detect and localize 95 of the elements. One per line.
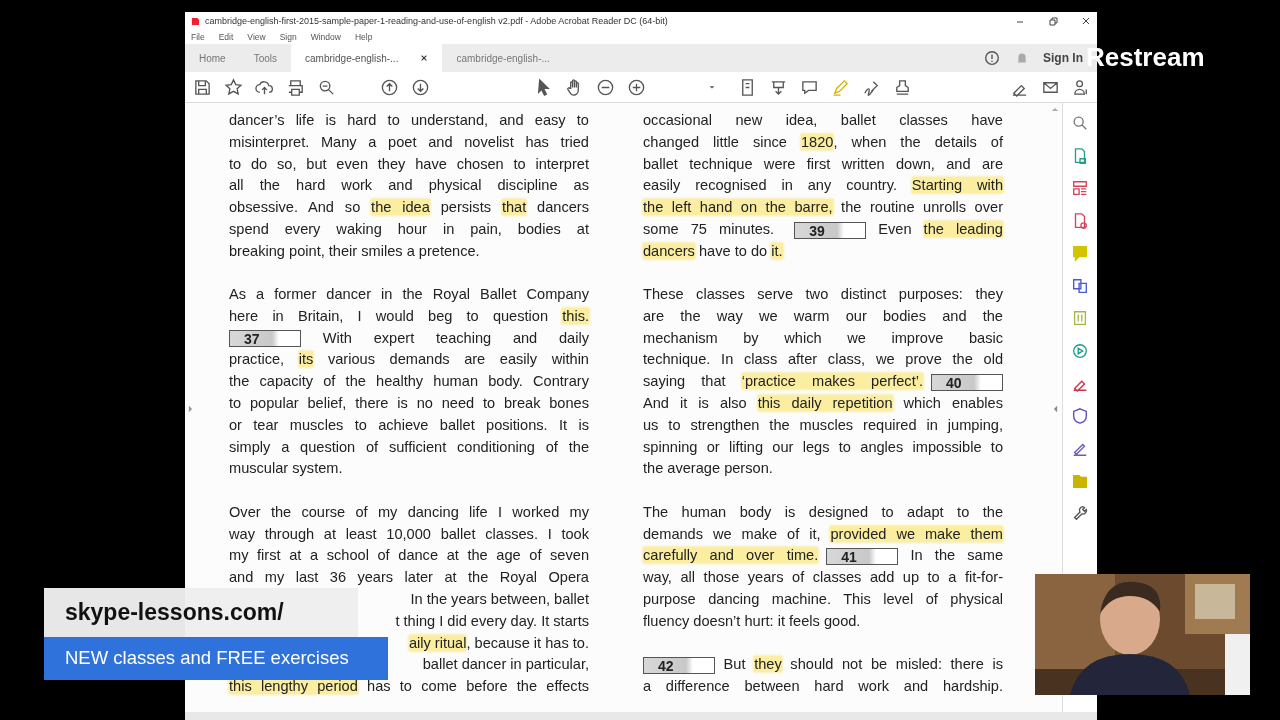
text-line: the left hand on the barre, the routine unrolls over xyxy=(643,198,1003,218)
zoom-out-icon[interactable] xyxy=(596,77,615,97)
answer-box: 40 xyxy=(931,373,1003,391)
answer-box: 41 xyxy=(826,548,899,565)
chat-icon[interactable] xyxy=(1071,341,1089,360)
text-line: way, all those years of classes add up to a fit-for- xyxy=(643,568,1003,588)
text-line: breaking point, their smiles a pretence. xyxy=(229,241,481,261)
text-line: misinterpret. Many a poet and novelist has tried xyxy=(229,132,589,152)
text-line: here in Britain, I would beg to question this. xyxy=(229,306,589,326)
tab[interactable]: cambridge-english-... xyxy=(442,44,564,72)
text-line: obsessive. And so the idea persists that dancers xyxy=(229,198,589,218)
banner-url: skype-lessons.com/ xyxy=(44,588,358,637)
text-line: the average person. xyxy=(643,459,774,479)
text-line: ballet dancer in particular, xyxy=(422,656,589,673)
text: should not be misled: there is xyxy=(789,656,1003,673)
text-line: And it is also this daily repetition which enables xyxy=(643,394,1003,414)
document-icon[interactable] xyxy=(1071,276,1089,295)
close-icon[interactable] xyxy=(1081,16,1091,26)
text-line: and my last 36 years later at the Royal Opera xyxy=(229,568,589,588)
layout-icon[interactable] xyxy=(1071,179,1089,197)
text-line: ballet technique were first written down, and are xyxy=(643,154,1003,174)
text-line: muscular system. xyxy=(229,459,344,479)
answer-box: 37 xyxy=(229,330,301,348)
text-line: are the way we warm our bodies and the xyxy=(643,306,1003,326)
wrench-icon[interactable] xyxy=(1071,504,1089,522)
text-line: to do so, but even they have chosen to interpret xyxy=(229,154,589,174)
search-icon[interactable] xyxy=(1071,114,1089,132)
text-line: changed little since 1820, when the details of xyxy=(643,132,1003,152)
tab[interactable]: Tools xyxy=(239,44,292,72)
text-line: These classes serve two distinct purposes: they xyxy=(643,285,1003,305)
text-line: Over the course of my dancing life I worked my xyxy=(229,502,589,522)
highlighted-text: they xyxy=(754,656,782,673)
text-line: or tear muscles to achieve ballet positions. It is xyxy=(229,415,589,435)
highlighted-text: carefully and over time. xyxy=(643,547,819,564)
highlighted-text: ‘practice makes perfect’. xyxy=(741,373,923,390)
text-line: dancers have to do it. xyxy=(643,241,784,261)
text-line: practice, its various demands are easily within xyxy=(229,350,589,370)
text: But xyxy=(722,656,747,673)
zoom-in-icon[interactable] xyxy=(627,77,646,97)
text: In the same xyxy=(909,547,1003,564)
text-line: spend every waking hour in pain, bodies at xyxy=(229,220,589,239)
menu-item[interactable]: File xyxy=(191,32,205,42)
help-icon[interactable] xyxy=(983,49,1001,67)
text: saying that xyxy=(643,373,727,390)
text-line: In the years between, ballet xyxy=(410,590,589,607)
text-line: the capacity of the healthy human body. Contrary xyxy=(229,372,589,392)
text-line: to popular belief, there is no need to break bones xyxy=(229,394,589,414)
tab[interactable]: Home xyxy=(185,44,240,72)
tab[interactable]: cambridge-english-... xyxy=(291,44,443,72)
menu-item[interactable]: Sign xyxy=(279,32,297,42)
sign-in-button[interactable]: Sign In xyxy=(1043,51,1083,65)
text-line: purpose dancing machine. This level of physical xyxy=(643,589,1003,609)
save-icon[interactable] xyxy=(193,77,212,97)
text-line: all the hard work and physical discipline as xyxy=(229,176,589,196)
text-line: way through at least 10,000 ballet classes. I took xyxy=(229,524,589,544)
menu-item[interactable]: Help xyxy=(354,32,373,42)
text-line: mechanism by which we improve basic xyxy=(643,328,1003,348)
text-line: aily ritual, because it has to. xyxy=(408,634,589,651)
text: some 75 minutes. xyxy=(643,221,776,237)
banner-tagline: NEW classes and FREE exercises xyxy=(44,637,388,680)
print-icon[interactable] xyxy=(286,77,305,97)
arrow-icon[interactable] xyxy=(1052,405,1058,413)
stamp-icon[interactable] xyxy=(893,77,912,97)
text-line: a difference between hard work and hardship. xyxy=(643,676,1003,696)
arrow-up-icon[interactable] xyxy=(380,77,399,97)
text-line: my first at a school of dance at the age of seven xyxy=(229,546,589,566)
text: With expert teaching and daily xyxy=(321,329,589,346)
caret-icon[interactable] xyxy=(708,83,716,91)
menu-item[interactable]: Window xyxy=(310,32,341,42)
text-line: The human body is designed to adapt to the xyxy=(643,502,1003,522)
arrow-icon[interactable] xyxy=(188,405,193,413)
menu-item[interactable]: View xyxy=(247,32,266,42)
star-icon[interactable] xyxy=(224,77,243,97)
shield-icon[interactable] xyxy=(1071,406,1089,425)
text-line: easily recognised in any country. Starting with xyxy=(643,176,1003,196)
text: Even xyxy=(877,221,913,237)
text-line: fluency doesn’t hurt: it feels good. xyxy=(643,611,862,631)
menu-item[interactable]: Edit xyxy=(218,32,234,42)
answer-box: 42 xyxy=(643,656,715,674)
close-icon[interactable] xyxy=(420,54,429,62)
text-line: t thing I did every day. It starts xyxy=(395,612,589,629)
text-line: dancer’s life is hard to understand, and easy to xyxy=(229,111,589,130)
pdf-icon xyxy=(191,16,200,26)
text-line: As a former dancer in the Royal Ballet Company xyxy=(229,285,589,305)
text-line: simply a question of sufficient conditioning of the xyxy=(229,437,589,457)
highlighted-text: the leading xyxy=(923,221,1003,237)
text-line: technique. In class after class, we prove the old xyxy=(643,350,1003,370)
restore-icon[interactable] xyxy=(1048,16,1058,26)
text-line: demands we make of it, provided we make them xyxy=(643,524,1003,544)
arrow-down-icon[interactable] xyxy=(411,77,430,97)
text-line: occasional new idea, ballet classes have xyxy=(643,111,1003,130)
window-title: cambridge-english-first-2015-sample-paper-1-reading-and-use-of-english v2.pdf - Adobe Acrobat Reader DC (64-bit) xyxy=(205,16,669,26)
text-line: us to strengthen the muscles required in jumping, xyxy=(643,415,1003,435)
answer-box: 39 xyxy=(794,221,867,239)
text-line: spinning or lifting our legs to angles impossible to xyxy=(643,437,1003,457)
